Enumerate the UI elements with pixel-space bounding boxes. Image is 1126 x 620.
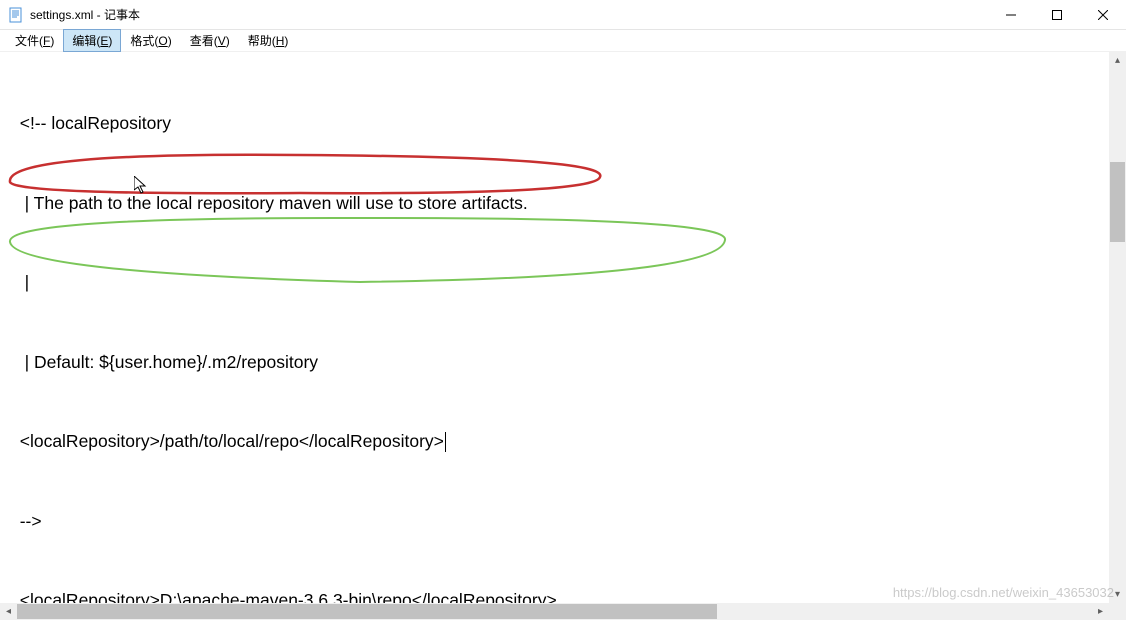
scroll-right-arrow-icon[interactable]: ▸: [1092, 603, 1109, 620]
menu-format-label: 格式(O): [130, 34, 171, 48]
notepad-icon: [8, 7, 24, 23]
scroll-corner: [1109, 603, 1126, 620]
window-controls: [988, 0, 1126, 30]
menu-file[interactable]: 文件(F): [6, 29, 63, 52]
scroll-down-arrow-icon[interactable]: ▾: [1109, 586, 1126, 603]
text-line: <localRepository>D:\apache-maven-3.6.3-b…: [10, 587, 1116, 603]
menu-edit[interactable]: 编辑(E): [63, 29, 121, 52]
titlebar: settings.xml - 记事本: [0, 0, 1126, 30]
text-line: <!-- localRepository: [10, 110, 1116, 137]
text-line: | Default: ${user.home}/.m2/repository: [10, 349, 1116, 376]
close-button[interactable]: [1080, 0, 1126, 30]
window-title: settings.xml - 记事本: [30, 6, 140, 23]
vertical-scrollbar[interactable]: ▴ ▾: [1109, 52, 1126, 603]
horizontal-scrollbar[interactable]: ◂ ▸: [0, 603, 1109, 620]
text-cursor: [445, 432, 446, 452]
menu-file-label: 文件(F): [15, 34, 54, 48]
text-line: <localRepository>/path/to/local/repo</lo…: [10, 428, 1116, 455]
editor-area[interactable]: <!-- localRepository | The path to the l…: [0, 52, 1126, 603]
text-line: -->: [10, 508, 1116, 535]
text-line: | The path to the local repository maven…: [10, 190, 1116, 217]
menu-help-label: 帮助(H): [248, 34, 289, 48]
menu-format[interactable]: 格式(O): [121, 29, 180, 52]
scroll-left-arrow-icon[interactable]: ◂: [0, 603, 17, 620]
minimize-button[interactable]: [988, 0, 1034, 30]
menu-edit-label: 编辑(E): [72, 34, 112, 48]
text-line: |: [10, 269, 1116, 296]
scroll-up-arrow-icon[interactable]: ▴: [1109, 52, 1126, 69]
text-content[interactable]: <!-- localRepository | The path to the l…: [0, 52, 1126, 603]
menu-view[interactable]: 查看(V): [181, 29, 239, 52]
menu-help[interactable]: 帮助(H): [239, 29, 298, 52]
horizontal-scrollbar-thumb[interactable]: [17, 604, 717, 619]
menu-view-label: 查看(V): [190, 34, 230, 48]
menubar: 文件(F) 编辑(E) 格式(O) 查看(V) 帮助(H): [0, 30, 1126, 52]
maximize-button[interactable]: [1034, 0, 1080, 30]
titlebar-left: settings.xml - 记事本: [8, 6, 140, 23]
vertical-scrollbar-thumb[interactable]: [1110, 162, 1125, 242]
